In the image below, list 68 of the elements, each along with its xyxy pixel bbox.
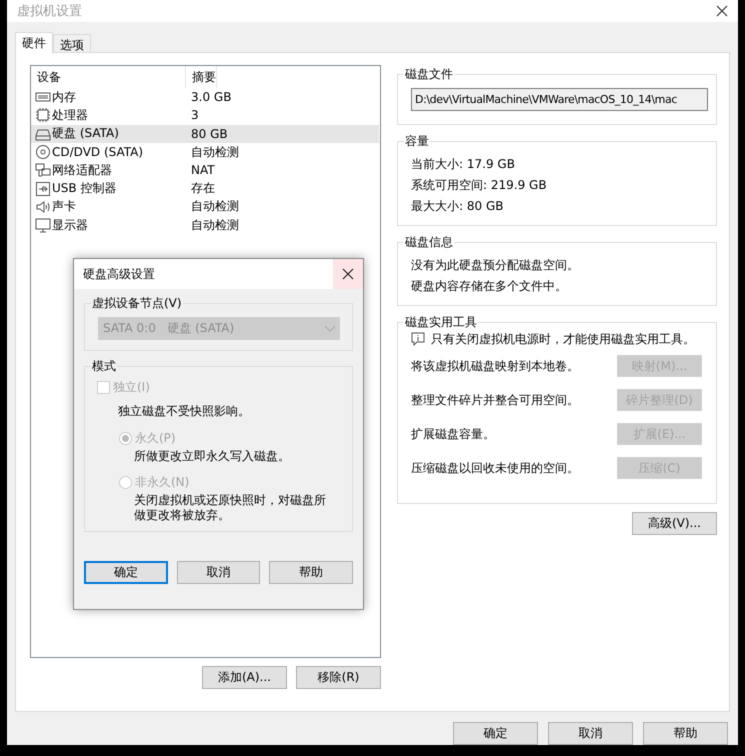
- capacity-text: 当前大小: 17.9 GB: [411, 156, 516, 173]
- device-name: 内存: [52, 88, 76, 106]
- device-name: 显示器: [52, 216, 88, 234]
- dialog-button[interactable]: 帮助: [269, 561, 353, 584]
- device-row[interactable]: 内存 3.0 GB: [31, 88, 379, 106]
- info-text: 硬盘内容存储在多个文件中。: [411, 278, 568, 295]
- group-title: 磁盘实用工具: [404, 314, 478, 331]
- capacity-text: 系统可用空间: 219.9 GB: [411, 177, 548, 194]
- independent-note: 独立磁盘不受快照影响。: [117, 403, 251, 420]
- disc-icon: [35, 144, 51, 160]
- dialog-title: 硬盘高级设置: [82, 266, 155, 282]
- device-row[interactable]: USB 控制器 存在: [31, 179, 379, 198]
- device-summary: 3.0 GB: [190, 90, 232, 104]
- close-button[interactable]: [333, 259, 363, 289]
- device-summary: 存在: [190, 180, 215, 198]
- advanced-button[interactable]: 高级(V)...: [632, 512, 717, 535]
- device-summary: 80 GB: [190, 126, 228, 141]
- column-header[interactable]: 摘要: [186, 66, 217, 88]
- info-icon: [411, 332, 425, 346]
- action-description: 将该虚拟机磁盘映射到本地卷。: [411, 358, 579, 374]
- note-text: 只有关闭虚拟机电源时，才能使用磁盘实用工具。: [431, 330, 695, 348]
- device-row[interactable]: 显示器 自动检测: [31, 216, 379, 234]
- device-summary: 自动检测: [190, 216, 239, 234]
- tab[interactable]: 选项: [53, 34, 91, 52]
- device-row[interactable]: 声卡 自动检测: [31, 198, 379, 216]
- group-title: 磁盘文件: [404, 66, 454, 83]
- close-icon[interactable]: [716, 5, 728, 17]
- device-name: 声卡: [52, 198, 76, 216]
- usb-icon: [35, 180, 51, 197]
- info-text: 没有为此硬盘预分配磁盘空间。: [411, 257, 580, 274]
- tab[interactable]: 硬件: [15, 32, 53, 53]
- device-row[interactable]: CD/DVD (SATA) 自动检测: [31, 142, 379, 162]
- device-name: CD/DVD (SATA): [52, 145, 144, 160]
- dialog-button[interactable]: 取消: [176, 561, 260, 584]
- capacity-text: 最大大小: 80 GB: [411, 198, 504, 215]
- device-row[interactable]: 网络适配器 NAT: [31, 161, 379, 180]
- device-name: 硬盘 (SATA): [52, 125, 119, 142]
- device-row[interactable]: 处理器 3: [31, 106, 379, 125]
- device-name: 网络适配器: [52, 162, 112, 179]
- device-button[interactable]: 移除(R): [296, 666, 381, 689]
- mode-description: 关闭虚拟机或还原快照时，对磁盘所做更改将被放弃。: [134, 493, 327, 523]
- dialog-button[interactable]: 确定: [453, 722, 538, 745]
- group-title: 虚拟设备节点(V): [91, 295, 183, 312]
- column-header[interactable]: 设备: [31, 66, 186, 88]
- monitor-icon: [35, 217, 51, 234]
- dialog-button[interactable]: 帮助: [643, 722, 728, 745]
- action-description: 压缩磁盘以回收未使用的空间。: [411, 460, 579, 476]
- network-icon: [35, 162, 51, 178]
- dialog-button[interactable]: 确定: [84, 561, 168, 584]
- action-description: 扩展磁盘容量。: [411, 426, 495, 442]
- device-summary: 自动检测: [190, 198, 239, 216]
- dialog-button[interactable]: 取消: [548, 722, 633, 745]
- action-description: 整理文件碎片并整合可用空间。: [411, 392, 579, 408]
- device-summary: 3: [190, 108, 199, 122]
- mode-description: 所做更改立即永久写入磁盘。: [134, 449, 291, 464]
- device-summary: 自动检测: [190, 144, 239, 161]
- caret-icon: [325, 326, 335, 332]
- group-title: 磁盘信息: [404, 234, 454, 251]
- chip-icon: [35, 107, 51, 124]
- window-title: 虚拟机设置: [17, 3, 82, 20]
- device-row[interactable]: 硬盘 (SATA) 80 GB: [31, 124, 379, 143]
- device-name: USB 控制器: [52, 180, 116, 198]
- file-path-field[interactable]: D:\dev\VirtualMachine\VMWare\macOS_10_14\mac: [411, 88, 708, 111]
- speaker-icon: [35, 198, 51, 215]
- device-name: 处理器: [52, 106, 88, 124]
- device-summary: NAT: [190, 163, 215, 178]
- close-icon: [342, 268, 354, 280]
- device-button[interactable]: 添加(A)...: [202, 666, 287, 689]
